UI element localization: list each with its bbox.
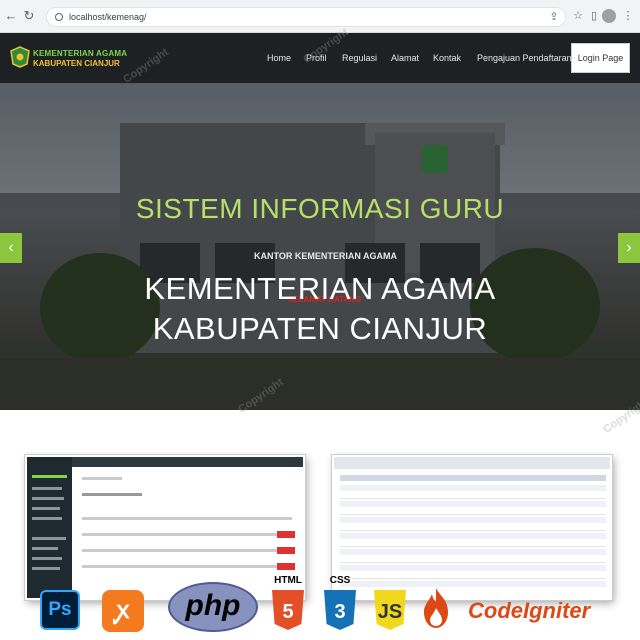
profile-avatar[interactable]	[602, 9, 616, 23]
shot-row	[340, 557, 606, 563]
hero-title-line2: KABUPATEN CIANJUR	[152, 311, 488, 346]
share-icon[interactable]: ⇪	[548, 11, 560, 23]
shot-delete-badge	[277, 531, 295, 538]
back-icon[interactable]: ←	[4, 9, 18, 23]
hero-subtitle: SISTEM INFORMASI GURU	[135, 193, 505, 224]
chevron-right-icon: ›	[626, 239, 632, 256]
sidepanel-icon[interactable]: ▯	[588, 10, 600, 22]
css3-logo-icon: 3	[324, 590, 356, 630]
shot-sidebar-item	[32, 507, 60, 510]
shot-row	[340, 517, 606, 523]
javascript-logo-icon: JS	[374, 590, 406, 630]
hero-carousel: KANTOR KEMENTERIAN AGAMA SELAMAT DATANG …	[0, 83, 640, 410]
nav-home[interactable]: Home	[267, 53, 291, 63]
photoshop-logo-icon: Ps	[40, 590, 80, 630]
shot-table-header	[82, 517, 292, 520]
shot-table-header	[340, 475, 606, 481]
site-info-icon[interactable]	[55, 13, 63, 21]
site-navbar: KEMENTERIAN AGAMA KABUPATEN CIANJUR Home…	[0, 33, 640, 83]
nav-kontak[interactable]: Kontak	[433, 53, 461, 63]
address-bar[interactable]: localhost/kemenag/	[46, 7, 566, 27]
hero-overlay	[0, 83, 640, 410]
brand-title[interactable]: KEMENTERIAN AGAMA	[33, 49, 127, 58]
building-sign: KANTOR KEMENTERIAN AGAMA	[254, 251, 397, 261]
admin-dashboard-screenshot	[25, 455, 305, 600]
xampp-logo-icon: ꭙ	[102, 590, 144, 632]
login-button[interactable]: Login Page	[571, 43, 630, 73]
shot-delete-badge	[277, 563, 295, 570]
shot-sidebar	[27, 457, 72, 598]
shot-table-row	[82, 549, 282, 552]
shot-row	[340, 533, 606, 539]
codeigniter-flame-icon	[424, 588, 448, 628]
shot-sidebar-item	[32, 517, 62, 520]
phpmyadmin-screenshot	[332, 455, 612, 600]
brand-subtitle[interactable]: KABUPATEN CIANJUR	[33, 59, 120, 68]
chevron-left-icon: ‹	[8, 239, 14, 256]
shot-sidebar-item	[32, 537, 66, 540]
shot-row	[340, 501, 606, 507]
css3-label: CSS	[329, 575, 351, 586]
shot-sidebar-item	[32, 487, 62, 490]
shot-logo-bar	[32, 475, 67, 478]
kemenag-logo-icon[interactable]	[10, 46, 30, 68]
carousel-next-button[interactable]: ›	[618, 233, 640, 263]
shot-sidebar-item	[32, 567, 60, 570]
html5-logo-icon: 5	[272, 590, 304, 630]
php-logo-icon: php	[168, 582, 258, 632]
shot-row	[340, 581, 606, 587]
screenshot-root: ← ↻ localhost/kemenag/ ⇪ ☆ ▯ ⋮ KEMENTERI…	[0, 0, 640, 640]
browser-toolbar: ← ↻ localhost/kemenag/ ⇪ ☆ ▯ ⋮	[0, 0, 640, 33]
shot-delete-badge	[277, 547, 295, 554]
nav-regulasi[interactable]: Regulasi	[342, 53, 377, 63]
more-menu-icon[interactable]: ⋮	[622, 10, 634, 22]
shot-row	[340, 549, 606, 555]
nav-pengajuan-pendaftaran[interactable]: Pengajuan Pendaftaran	[477, 53, 572, 63]
shot-heading	[82, 477, 122, 480]
shot-row	[340, 525, 606, 531]
shot-tabbar	[334, 457, 610, 469]
shot-table-row	[82, 565, 282, 568]
shot-row	[340, 509, 606, 515]
bookmark-star-icon[interactable]: ☆	[572, 10, 584, 22]
shot-row	[340, 565, 606, 571]
shot-row	[340, 573, 606, 579]
shot-table-row	[82, 533, 282, 536]
shot-row	[340, 541, 606, 547]
shot-sidebar-item	[32, 557, 62, 560]
shot-row	[340, 493, 606, 499]
carousel-prev-button[interactable]: ‹	[0, 233, 22, 263]
shot-sidebar-item	[32, 547, 58, 550]
reload-icon[interactable]: ↻	[22, 9, 36, 23]
url-text: localhost/kemenag/	[69, 12, 147, 22]
hero-title-line1: KEMENTERIAN AGAMA	[144, 271, 496, 306]
shot-sidebar-item	[32, 497, 64, 500]
html5-label: HTML	[274, 575, 302, 586]
nav-alamat[interactable]: Alamat	[391, 53, 419, 63]
shot-row	[340, 485, 606, 491]
codeigniter-logo-text: CodeIgniter	[468, 598, 591, 623]
shot-card-title	[82, 493, 142, 496]
